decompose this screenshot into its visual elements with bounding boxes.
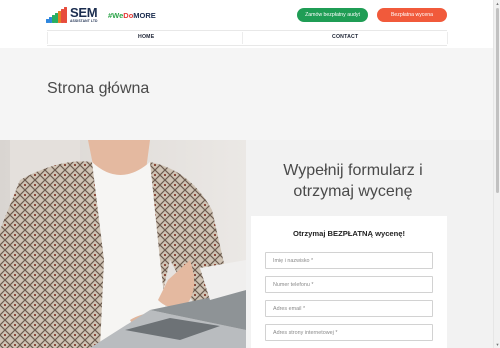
logo-bars-icon xyxy=(46,7,68,23)
nav-item-home[interactable]: HOME xyxy=(138,34,154,40)
tagline-more: MORE xyxy=(133,11,156,20)
page: SEM ASSISTANT LTD #WeDoMORE Zamów bezpła… xyxy=(0,0,500,348)
form-card-title: Otrzymaj BEZPŁATNĄ wycenę! xyxy=(292,229,406,238)
scrollbar-thumb[interactable] xyxy=(496,8,499,193)
nav-item-contact[interactable]: CONTACT xyxy=(332,34,358,40)
nav-separator xyxy=(242,32,243,44)
logo-subtitle: ASSISTANT LTD xyxy=(70,19,98,24)
woman-laptop-image xyxy=(0,140,246,348)
email-field[interactable] xyxy=(265,300,433,317)
tagline-we: We xyxy=(112,11,124,20)
page-title: Strona główna xyxy=(47,80,150,97)
free-audit-button[interactable]: Zamów bezpłatny audyt xyxy=(297,8,368,22)
form-heading-line2: otrzymaj wycenę xyxy=(293,183,413,200)
form-heading: Wypełnij formularz i otrzymaj wycenę xyxy=(258,160,448,202)
site-header: SEM ASSISTANT LTD #WeDoMORE Zamów bezpła… xyxy=(0,0,493,30)
nav-separator xyxy=(47,32,48,44)
scroll-up-arrow-icon[interactable]: ▲ xyxy=(495,1,500,6)
form-heading-line1: Wypełnij formularz i xyxy=(283,162,423,179)
nav-divider xyxy=(47,30,447,31)
hero-photo xyxy=(0,140,246,348)
tagline-do: Do xyxy=(123,11,134,20)
free-quote-button[interactable]: Bezpłatna wycena xyxy=(377,8,447,22)
logo-name: SEM xyxy=(70,5,98,21)
nav-separator xyxy=(447,32,448,44)
site-logo[interactable]: SEM ASSISTANT LTD xyxy=(46,6,98,24)
nav-divider xyxy=(47,45,447,46)
tagline: #WeDoMORE xyxy=(108,11,156,20)
scroll-down-arrow-icon[interactable]: ▼ xyxy=(495,342,500,347)
page-scrollbar[interactable]: ▲ ▼ xyxy=(493,0,500,348)
logo-bar xyxy=(64,7,67,23)
name-field[interactable] xyxy=(265,252,433,269)
website-field[interactable] xyxy=(265,324,433,341)
phone-field[interactable] xyxy=(265,276,433,293)
main-nav: HOME CONTACT xyxy=(0,30,493,46)
